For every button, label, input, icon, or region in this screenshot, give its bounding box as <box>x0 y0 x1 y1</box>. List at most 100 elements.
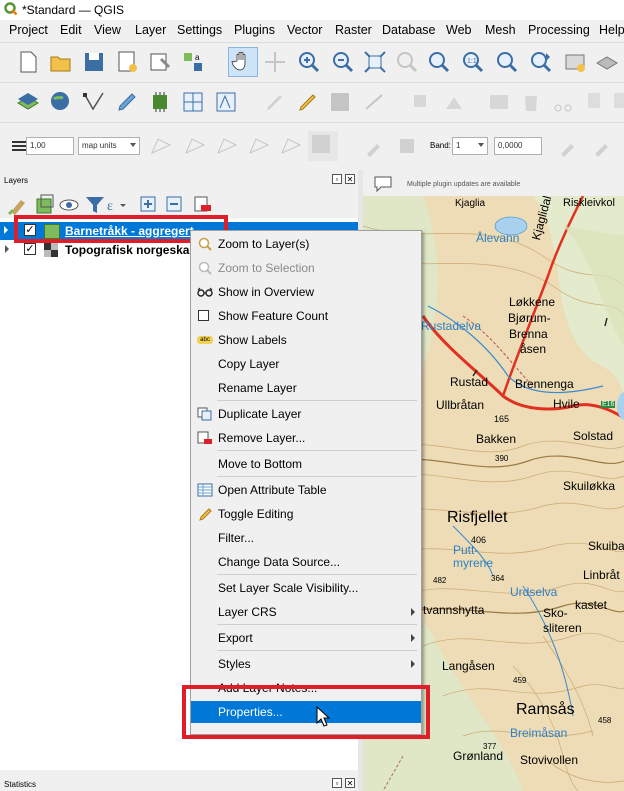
menu-item-change-data-source[interactable]: Change Data Source... <box>191 551 421 573</box>
menu-item-zoom-to-selection[interactable]: Zoom to Selection <box>191 257 421 279</box>
paste-features-icon[interactable] <box>608 89 624 115</box>
menu-item-layer-crs[interactable]: Layer CRS <box>191 601 421 623</box>
fill-ring-icon[interactable] <box>308 131 338 161</box>
menu-mesh[interactable]: Mesh <box>485 23 516 37</box>
add-feature-icon[interactable] <box>362 89 388 115</box>
style-brush-icon[interactable] <box>5 192 27 216</box>
show-bookmarks-icon[interactable] <box>594 49 620 75</box>
menu-project[interactable]: Project <box>9 23 48 37</box>
cut-features-icon[interactable] <box>550 89 576 115</box>
menu-layer[interactable]: Layer <box>135 23 166 37</box>
modify-attributes-icon[interactable] <box>486 89 512 115</box>
color-swatch-icon[interactable] <box>394 133 420 159</box>
menu-item-show-feature-count[interactable]: Show Feature Count <box>191 305 421 327</box>
menu-item-filter[interactable]: Filter... <box>191 527 421 549</box>
digitize-icon[interactable] <box>114 89 140 115</box>
move-feature-icon[interactable] <box>408 89 434 115</box>
expand-arrow-icon[interactable] <box>4 226 8 234</box>
menu-item-move-to-bottom[interactable]: Move to Bottom <box>191 453 421 475</box>
menu-view[interactable]: View <box>94 23 121 37</box>
layer-name[interactable]: Topografisk norgeskart <box>65 243 198 257</box>
copy-features-icon[interactable] <box>582 89 608 115</box>
menu-separator <box>217 650 417 651</box>
new-print-layout-icon[interactable] <box>114 49 140 75</box>
map-label: 482 <box>433 576 447 585</box>
toggle-editing-icon[interactable] <box>295 89 321 115</box>
close-panel-icon[interactable]: ✕ <box>345 778 355 788</box>
menu-item-zoom-to-layers[interactable]: Zoom to Layer(s) <box>191 233 421 255</box>
expand-arrow-icon[interactable] <box>5 245 9 253</box>
add-group-icon[interactable] <box>32 192 54 214</box>
collapse-all-icon[interactable] <box>162 192 184 214</box>
menu-item-styles[interactable]: Styles <box>191 653 421 675</box>
save-edits-icon[interactable] <box>327 89 353 115</box>
menu-help[interactable]: Help <box>599 23 624 37</box>
add-ring-icon[interactable] <box>246 133 272 159</box>
set-value-icon[interactable] <box>556 133 582 159</box>
remove-layer-icon[interactable] <box>190 192 212 214</box>
value-field[interactable]: 0,0000 <box>494 137 542 155</box>
menu-item-set-scale-visibility[interactable]: Set Layer Scale Visibility... <box>191 577 421 599</box>
menu-item-export[interactable]: Export <box>191 627 421 649</box>
offset-curve-icon[interactable] <box>182 133 208 159</box>
pan-map-icon[interactable] <box>228 47 258 77</box>
add-layer-icon[interactable] <box>48 89 74 115</box>
layer-visibility-checkbox[interactable]: ✓ <box>24 243 36 255</box>
menu-item-open-attribute-table[interactable]: Open Attribute Table <box>191 479 421 501</box>
current-edits-icon[interactable] <box>262 89 288 115</box>
close-panel-icon[interactable]: ✕ <box>345 174 355 184</box>
units-combo[interactable]: map units <box>78 137 140 155</box>
menu-vector[interactable]: Vector <box>287 23 322 37</box>
zoom-in-icon[interactable] <box>296 49 322 75</box>
filter-expression-icon[interactable]: ε <box>104 192 130 214</box>
map-label: Sko- <box>543 606 568 620</box>
menu-plugins[interactable]: Plugins <box>234 23 275 37</box>
pan-to-selection-icon[interactable] <box>262 49 288 75</box>
menu-settings[interactable]: Settings <box>177 23 222 37</box>
delete-selected-icon[interactable] <box>518 89 544 115</box>
eyedropper-icon[interactable] <box>362 133 388 159</box>
raster-paint-icon[interactable] <box>590 133 616 159</box>
vertex-editor-icon[interactable] <box>442 89 468 115</box>
menu-item-show-labels[interactable]: abc Show Labels <box>191 329 421 351</box>
open-project-icon[interactable] <box>48 49 74 75</box>
reshape-icon[interactable] <box>148 133 174 159</box>
menu-item-rename-layer[interactable]: Rename Layer <box>191 377 421 399</box>
menu-item-remove-layer[interactable]: Remove Layer... <box>191 427 421 449</box>
grid-tool-icon[interactable] <box>180 89 206 115</box>
zoom-last-icon[interactable] <box>494 49 520 75</box>
width-spinbox[interactable]: 1,00 <box>26 137 74 155</box>
expand-all-icon[interactable] <box>136 192 158 214</box>
save-project-icon[interactable] <box>81 49 107 75</box>
float-panel-icon[interactable]: ▫ <box>332 174 342 184</box>
manage-visibility-icon[interactable] <box>56 192 79 214</box>
vertex-tool-icon[interactable] <box>81 89 107 115</box>
float-panel-icon[interactable]: ▫ <box>332 778 342 788</box>
zoom-to-layer-icon[interactable] <box>426 49 452 75</box>
zoom-full-icon[interactable] <box>362 49 388 75</box>
menu-raster[interactable]: Raster <box>335 23 372 37</box>
menu-item-toggle-editing[interactable]: Toggle Editing <box>191 503 421 525</box>
menu-edit[interactable]: Edit <box>60 23 82 37</box>
data-source-manager-icon[interactable] <box>15 89 41 115</box>
new-bookmark-icon[interactable] <box>562 49 588 75</box>
menu-item-show-in-overview[interactable]: Show in Overview <box>191 281 421 303</box>
filter-legend-icon[interactable] <box>82 192 104 214</box>
menu-item-copy-layer[interactable]: Copy Layer <box>191 353 421 375</box>
identify-tool-icon[interactable] <box>213 89 239 115</box>
zoom-out-icon[interactable] <box>330 49 356 75</box>
band-combo[interactable]: 1 <box>452 137 488 155</box>
menu-processing[interactable]: Processing <box>528 23 590 37</box>
menu-database[interactable]: Database <box>382 23 436 37</box>
simplify-icon[interactable] <box>214 133 240 159</box>
menu-item-duplicate-layer[interactable]: Duplicate Layer <box>191 403 421 425</box>
zoom-native-icon[interactable]: 1:1 <box>460 49 486 75</box>
style-manager-icon[interactable]: a <box>180 49 206 75</box>
menu-web[interactable]: Web <box>446 23 471 37</box>
layout-manager-icon[interactable] <box>147 49 173 75</box>
zoom-next-icon[interactable] <box>528 49 554 75</box>
add-part-icon[interactable] <box>278 133 304 159</box>
processing-toolbox-icon[interactable] <box>147 89 173 115</box>
new-project-icon[interactable] <box>15 49 41 75</box>
zoom-to-selection-icon[interactable] <box>394 49 420 75</box>
